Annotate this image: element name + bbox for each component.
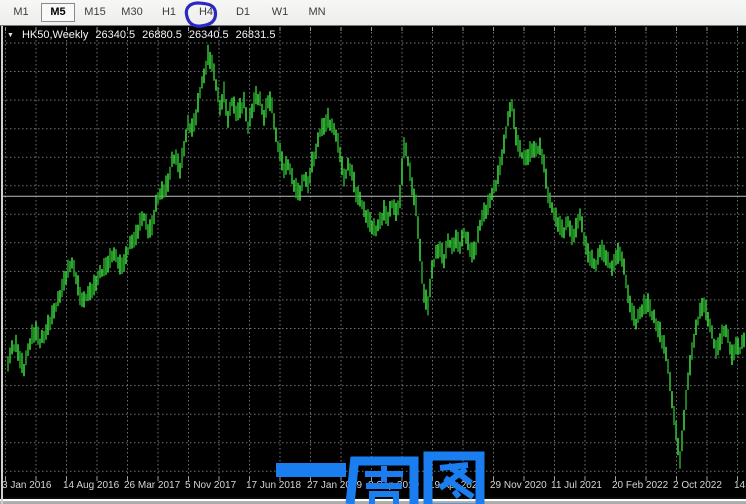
time-axis-label: 5 Nov 2017: [185, 480, 236, 491]
window-left-border: [1, 26, 3, 504]
timeframe-button-m15[interactable]: M15: [78, 3, 112, 22]
time-axis-label: 14: [734, 480, 745, 491]
glyph-tu: [428, 456, 480, 504]
glyph-yi: [276, 463, 346, 477]
collapse-triangle-icon[interactable]: ▼: [7, 32, 15, 39]
time-axis-label: 14 Aug 2016: [63, 480, 119, 491]
glyph-zhou: [350, 457, 414, 504]
timeframe-toolbar: M1M5M15M30H1H4D1W1MN: [0, 0, 746, 26]
chart-area[interactable]: [0, 26, 746, 497]
timeframe-button-w1[interactable]: W1: [263, 3, 297, 22]
time-axis-label: 20 Feb 2022: [612, 480, 668, 491]
ohlc-open: 26340.5: [95, 29, 135, 41]
timeframe-button-m1[interactable]: M1: [4, 3, 38, 22]
time-axis-label: 26 Mar 2017: [124, 480, 180, 491]
time-axis-label: 2 Oct 2022: [673, 480, 722, 491]
timeframe-button-h1[interactable]: H1: [152, 3, 186, 22]
time-axis-label: 11 Jul 2021: [551, 480, 602, 491]
price-chart-svg[interactable]: [0, 26, 746, 497]
time-axis-label: 3 Jan 2016: [2, 480, 52, 491]
timeframe-button-mn[interactable]: MN: [300, 3, 334, 22]
time-axis-label: 29 Nov 2020: [490, 480, 547, 491]
ohlc-close: 26831.5: [236, 29, 276, 41]
chart-symbol-period: HK50,Weekly: [22, 29, 88, 41]
weekly-chart-annotation: [268, 436, 492, 504]
timeframe-button-d1[interactable]: D1: [226, 3, 260, 22]
ohlc-high: 26880.5: [142, 29, 182, 41]
mt4-window: M1M5M15M30H1H4D1W1MN ▼ HK50,Weekly 26340…: [0, 0, 746, 504]
timeframe-button-m5[interactable]: M5: [41, 3, 75, 22]
ohlc-low: 26340.5: [189, 29, 229, 41]
timeframe-button-m30[interactable]: M30: [115, 3, 149, 22]
w1-circle-annotation: [182, 0, 220, 29]
chart-title-bar: ▼ HK50,Weekly 26340.5 26880.5 26340.5 26…: [7, 29, 275, 41]
